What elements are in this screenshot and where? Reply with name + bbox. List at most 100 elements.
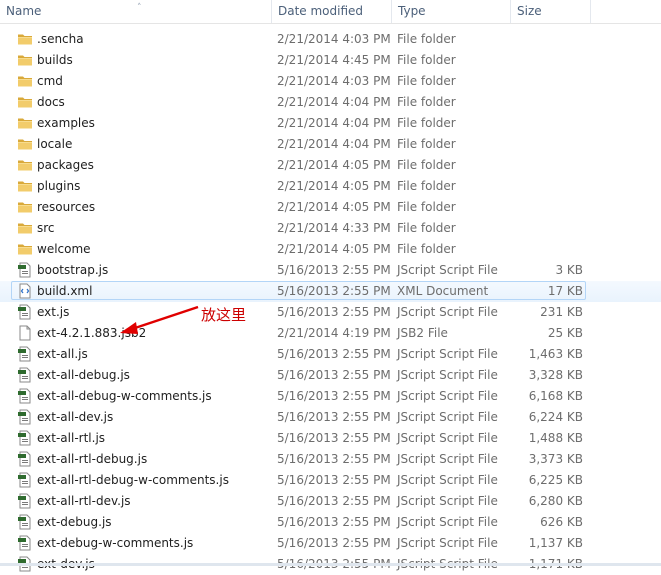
file-date-modified: 2/21/2014 4:04 PM xyxy=(277,116,391,130)
file-row[interactable]: docs 2/21/2014 4:04 PM File folder xyxy=(0,92,661,113)
file-date-modified: 5/16/2013 2:55 PM xyxy=(277,263,391,277)
red-arrow-annotation xyxy=(120,305,199,334)
file-row[interactable]: welcome 2/21/2014 4:05 PM File folder xyxy=(0,239,661,260)
file-row[interactable]: ext-all-dev.js 5/16/2013 2:55 PM JScript S… xyxy=(0,407,661,428)
file-row[interactable]: src 2/21/2014 4:33 PM File folder xyxy=(0,218,661,239)
folder-icon xyxy=(17,94,33,110)
file-row[interactable]: cmd 2/21/2014 4:03 PM File folder xyxy=(0,71,661,92)
file-row[interactable]: plugins 2/21/2014 4:05 PM File folder xyxy=(0,176,661,197)
annotation-text: 放这里 xyxy=(201,306,247,324)
file-date-modified: 2/21/2014 4:05 PM xyxy=(277,200,391,214)
file-name: plugins xyxy=(37,179,81,193)
folder-icon xyxy=(17,136,33,152)
script-file-icon xyxy=(17,430,33,446)
file-name: packages xyxy=(37,158,94,172)
column-header-date[interactable]: Date modified xyxy=(272,0,392,23)
file-row[interactable]: ext-debug-w-comments.js 5/16/2013 2:55 PM… xyxy=(0,533,661,554)
file-date-modified: 5/16/2013 2:55 PM xyxy=(277,284,391,298)
column-header-date-label: Date modified xyxy=(278,4,364,18)
file-date-modified: 5/16/2013 2:55 PM xyxy=(277,536,391,550)
file-date-modified: 5/16/2013 2:55 PM xyxy=(277,452,391,466)
column-header-name[interactable]: ˄ Name xyxy=(0,0,272,23)
folder-icon xyxy=(17,31,33,47)
script-file-icon xyxy=(17,346,33,362)
file-name: ext-all-rtl.js xyxy=(37,431,106,445)
file-row[interactable]: locale 2/21/2014 4:04 PM File folder xyxy=(0,134,661,155)
column-header-name-label: Name xyxy=(6,4,42,18)
file-row[interactable]: ext-debug.js 5/16/2013 2:55 PM JScript Scr… xyxy=(0,512,661,533)
file-name: ext-debug.js xyxy=(37,515,112,529)
file-row[interactable]: build.xml 5/16/2013 2:55 PM XML Document 17… xyxy=(0,281,661,302)
file-type: File folder xyxy=(397,32,456,46)
file-name: builds xyxy=(37,53,73,67)
script-file-icon xyxy=(17,493,33,509)
file-size: 6,168 KB xyxy=(528,389,583,403)
file-size: 6,224 KB xyxy=(528,410,583,424)
file-date-modified: 2/21/2014 4:03 PM xyxy=(277,32,391,46)
file-type: JScript Script File xyxy=(397,263,498,277)
file-size: 6,280 KB xyxy=(528,494,583,508)
file-row[interactable]: ext-all.js 5/16/2013 2:55 PM JScript Scrip… xyxy=(0,344,661,365)
file-type: JScript Script File xyxy=(397,347,498,361)
file-size: 1,463 KB xyxy=(528,347,583,361)
file-type: JScript Script File xyxy=(397,494,498,508)
column-header-bar: ˄ Name Date modified Type Size xyxy=(0,0,661,24)
folder-icon xyxy=(17,115,33,131)
file-name: ext-all-debug-w-comments.js xyxy=(37,389,212,403)
file-type: File folder xyxy=(397,221,456,235)
file-type: File folder xyxy=(397,200,456,214)
file-name: ext-debug-w-comments.js xyxy=(37,536,194,550)
file-size: 3 KB xyxy=(555,263,583,277)
script-file-icon xyxy=(17,388,33,404)
file-row[interactable]: packages 2/21/2014 4:05 PM File folder xyxy=(0,155,661,176)
file-row[interactable]: resources 2/21/2014 4:05 PM File folder xyxy=(0,197,661,218)
file-row[interactable]: ext-all-rtl-dev.js 5/16/2013 2:55 PM JScri… xyxy=(0,491,661,512)
file-row[interactable]: ext-all-debug.js 5/16/2013 2:55 PM JScript… xyxy=(0,365,661,386)
file-type: JSB2 File xyxy=(397,326,448,340)
file-name: bootstrap.js xyxy=(37,263,109,277)
file-date-modified: 5/16/2013 2:55 PM xyxy=(277,410,391,424)
file-size: 6,225 KB xyxy=(528,473,583,487)
file-size: 25 KB xyxy=(547,326,583,340)
folder-icon xyxy=(17,220,33,236)
script-file-icon xyxy=(17,451,33,467)
file-row[interactable]: ext-all-rtl-debug.js 5/16/2013 2:55 PM JSc… xyxy=(0,449,661,470)
file-row[interactable]: examples 2/21/2014 4:04 PM File folder xyxy=(0,113,661,134)
column-header-type-label: Type xyxy=(398,4,426,18)
file-row[interactable]: bootstrap.js 5/16/2013 2:55 PM JScript Scr… xyxy=(0,260,661,281)
file-date-modified: 5/16/2013 2:55 PM xyxy=(277,347,391,361)
file-size: 17 KB xyxy=(547,284,583,298)
column-header-type[interactable]: Type xyxy=(392,0,511,23)
file-size: 3,373 KB xyxy=(528,452,583,466)
file-name: examples xyxy=(37,116,95,130)
file-date-modified: 5/16/2013 2:55 PM xyxy=(277,389,391,403)
blank-file-icon xyxy=(17,325,33,341)
script-file-icon xyxy=(17,535,33,551)
file-date-modified: 2/21/2014 4:03 PM xyxy=(277,74,391,88)
file-row[interactable]: ext-all-debug-w-comments.js 5/16/2013 2:5… xyxy=(0,386,661,407)
folder-icon xyxy=(17,241,33,257)
file-row[interactable]: builds 2/21/2014 4:45 PM File folder xyxy=(0,50,661,71)
file-list: .sencha 2/21/2014 4:03 PM File folder build… xyxy=(0,29,661,575)
script-file-icon xyxy=(17,409,33,425)
file-name: ext-all-rtl-dev.js xyxy=(37,494,131,508)
file-row[interactable]: ext.js 5/16/2013 2:55 PM JScript Script Fi… xyxy=(0,302,661,323)
file-row[interactable]: ext-4.2.1.883.jsb2 2/21/2014 4:19 PM JSB2 … xyxy=(0,323,661,344)
file-name: docs xyxy=(37,95,65,109)
file-size: 626 KB xyxy=(540,515,583,529)
file-size: 231 KB xyxy=(540,305,583,319)
column-header-size[interactable]: Size xyxy=(511,0,591,23)
file-row[interactable]: ext-all-rtl-debug-w-comments.js 5/16/2013… xyxy=(0,470,661,491)
file-row[interactable]: .sencha 2/21/2014 4:03 PM File folder xyxy=(0,29,661,50)
file-name: welcome xyxy=(37,242,91,256)
folder-icon xyxy=(17,157,33,173)
file-date-modified: 2/21/2014 4:05 PM xyxy=(277,179,391,193)
file-size: 3,328 KB xyxy=(528,368,583,382)
file-row[interactable]: ext-all-rtl.js 5/16/2013 2:55 PM JScript S… xyxy=(0,428,661,449)
file-name: ext.js xyxy=(37,305,70,319)
file-type: JScript Script File xyxy=(397,515,498,529)
file-name: ext-all.js xyxy=(37,347,88,361)
file-name: .sencha xyxy=(37,32,84,46)
file-date-modified: 5/16/2013 2:55 PM xyxy=(277,368,391,382)
sort-up-icon: ˄ xyxy=(137,3,142,13)
